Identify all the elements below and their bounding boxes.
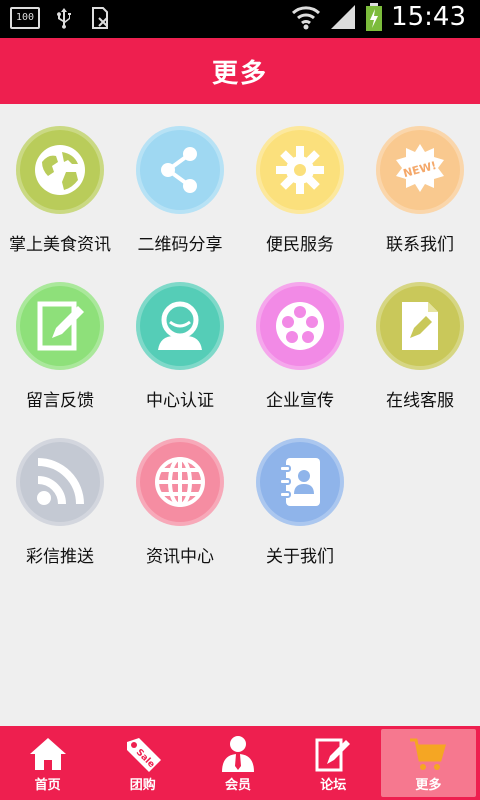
- user-icon: [158, 301, 202, 350]
- grid-item-food-news[interactable]: 掌上美食资讯: [0, 104, 120, 260]
- tab-home[interactable]: 首页: [0, 726, 95, 800]
- grid-item-circle: NEW!: [376, 126, 464, 214]
- grid-item-circle: [136, 438, 224, 526]
- grid-item-mms-push[interactable]: 彩信推送: [0, 416, 120, 572]
- grid-item-circle: [136, 282, 224, 370]
- web-globe-icon: [155, 457, 205, 507]
- tab-more[interactable]: 更多: [380, 729, 477, 797]
- tab-label: 论坛: [320, 777, 347, 793]
- page-title: 更多: [211, 58, 268, 89]
- tab-label: 团购: [129, 777, 156, 793]
- tab-group-buy[interactable]: Sale 团购: [95, 726, 190, 800]
- film-reel-icon: [276, 302, 324, 350]
- status-bar: 100 15:43: [0, 0, 480, 38]
- grid-item-circle: [16, 282, 104, 370]
- grid-item-label: 企业宣传: [266, 391, 334, 411]
- globe-icon: [35, 145, 85, 195]
- sim-card-icon: [92, 7, 108, 29]
- tab-member[interactable]: 会员: [190, 726, 285, 800]
- usb-icon: [57, 8, 71, 29]
- grid-item-label: 资讯中心: [146, 547, 214, 567]
- tab-label: 会员: [225, 777, 252, 793]
- battery-level-icon: 100: [10, 7, 40, 29]
- sale-tag-icon: Sale: [126, 737, 161, 772]
- grid-item-label: 在线客服: [386, 391, 454, 411]
- grid-item-label: 掌上美食资讯: [9, 235, 111, 255]
- grid-item-label: 留言反馈: [26, 391, 94, 411]
- grid-item-label: 联系我们: [386, 235, 454, 255]
- forum-edit-icon: [315, 738, 351, 771]
- grid-item-circle: [256, 438, 344, 526]
- tab-label: 首页: [34, 777, 61, 793]
- grid-item-news-center[interactable]: 资讯中心: [120, 416, 240, 572]
- grid-item-services[interactable]: 便民服务: [240, 104, 360, 260]
- grid-item-circle: [256, 282, 344, 370]
- grid-item-label: 中心认证: [146, 391, 214, 411]
- grid-item-label: 关于我们: [266, 547, 334, 567]
- status-time: 15:43: [391, 2, 466, 32]
- grid-item-circle: [136, 126, 224, 214]
- bottom-tab-bar: 首页 Sale 团购 会员 论坛 更多: [0, 726, 480, 800]
- tab-forum[interactable]: 论坛: [286, 726, 381, 800]
- grid-item-contact-us[interactable]: NEW! 联系我们: [360, 104, 480, 260]
- new-badge-icon: NEW!: [396, 144, 444, 192]
- share-icon: [161, 147, 197, 193]
- grid-item-label: 便民服务: [266, 235, 334, 255]
- header-bar: 更多: [0, 38, 480, 104]
- wifi-icon: [292, 6, 321, 30]
- gear-icon: [276, 146, 324, 194]
- document-pen-icon: [402, 302, 438, 350]
- grid-item-qr-share[interactable]: 二维码分享: [120, 104, 240, 260]
- grid-item-online-support[interactable]: 在线客服: [360, 260, 480, 416]
- member-icon: [222, 735, 254, 772]
- grid-item-label: 二维码分享: [137, 235, 223, 255]
- cart-icon: [410, 738, 447, 770]
- contacts-book-icon: [279, 458, 320, 506]
- home-icon: [29, 737, 66, 770]
- grid-item-circle: [16, 438, 104, 526]
- grid-item-label: 彩信推送: [26, 547, 94, 567]
- grid-item-about-us[interactable]: 关于我们: [240, 416, 360, 572]
- grid-item-certification[interactable]: 中心认证: [120, 260, 240, 416]
- battery-charging-icon: [366, 3, 383, 31]
- grid-item-circle: [256, 126, 344, 214]
- edit-icon: [37, 301, 84, 351]
- grid-item-circle: [16, 126, 104, 214]
- grid-item-feedback[interactable]: 留言反馈: [0, 260, 120, 416]
- grid-item-promotion[interactable]: 企业宣传: [240, 260, 360, 416]
- grid-item-circle: [376, 282, 464, 370]
- rss-icon: [37, 458, 84, 505]
- tab-label: 更多: [415, 777, 442, 793]
- signal-icon: [331, 5, 356, 29]
